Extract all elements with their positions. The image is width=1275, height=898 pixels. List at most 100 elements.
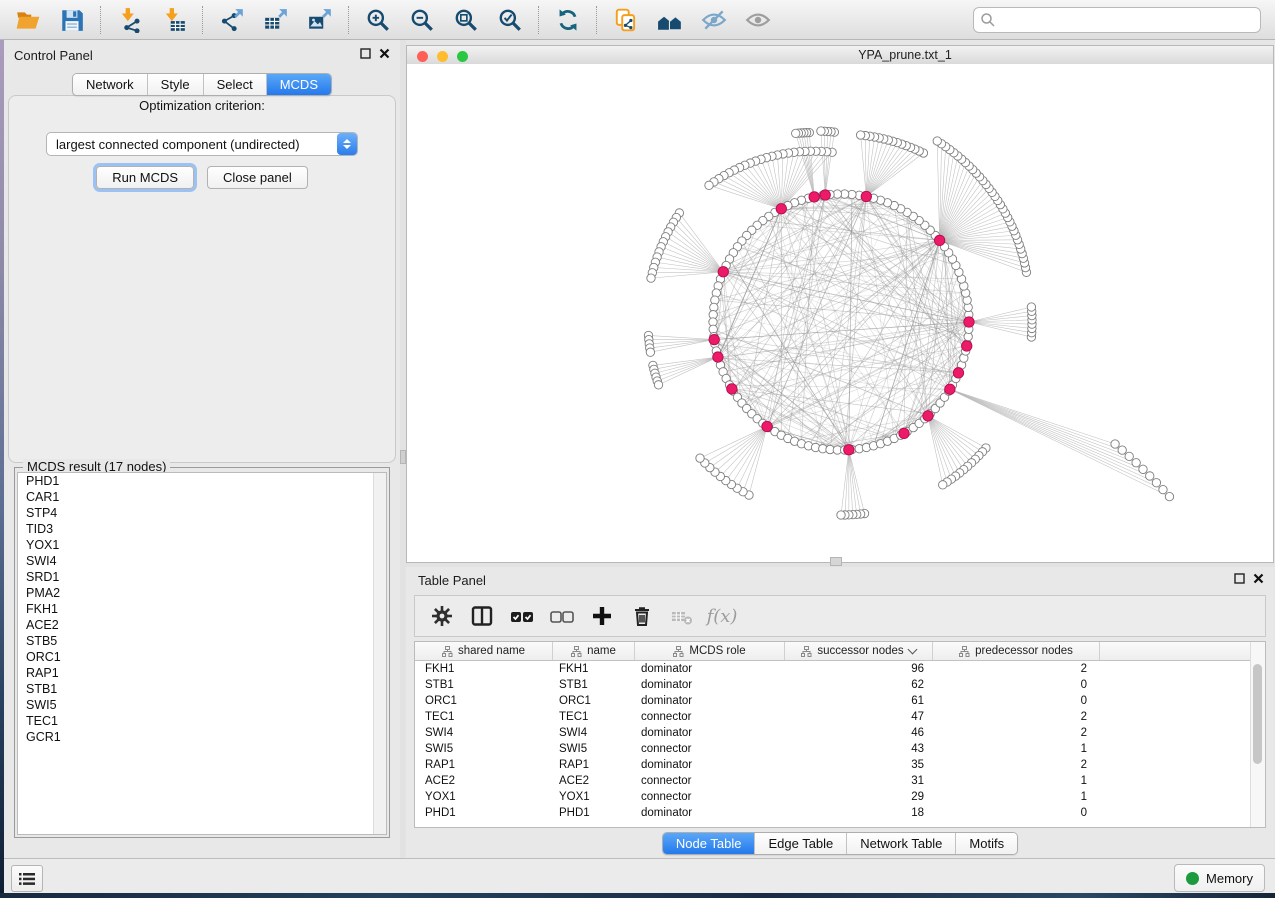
- column-header-shared-name[interactable]: shared name: [415, 642, 553, 660]
- mcds-result-item[interactable]: SWI4: [18, 553, 386, 569]
- mcds-result-item[interactable]: ORC1: [18, 649, 386, 665]
- mcds-result-item[interactable]: TEC1: [18, 713, 386, 729]
- import-network-icon[interactable]: [112, 3, 148, 37]
- network-window-titlebar[interactable]: YPA_prune.txt_1: [407, 46, 1273, 65]
- table-row[interactable]: STB1STB1dominator620: [415, 677, 1265, 693]
- mcds-result-item[interactable]: SWI5: [18, 697, 386, 713]
- tab-select[interactable]: Select: [204, 74, 267, 95]
- optimization-criterion-dropdown[interactable]: largest connected component (undirected): [46, 132, 358, 156]
- table-row[interactable]: TEC1TEC1connector472: [415, 709, 1265, 725]
- column-header-name[interactable]: name: [553, 642, 635, 660]
- table-row[interactable]: PHD1PHD1dominator180: [415, 805, 1265, 821]
- column-header-successor-nodes[interactable]: successor nodes: [785, 642, 933, 660]
- network-leaf-node[interactable]: [1111, 440, 1119, 448]
- tab-node-table[interactable]: Node Table: [663, 833, 756, 854]
- zoom-in-icon[interactable]: [360, 3, 396, 37]
- export-network-icon[interactable]: [214, 3, 250, 37]
- zoom-fit-icon[interactable]: [448, 3, 484, 37]
- network-leaf-node[interactable]: [1152, 479, 1160, 487]
- mcds-result-item[interactable]: RAP1: [18, 665, 386, 681]
- network-mcds-hub-node[interactable]: [962, 341, 972, 351]
- network-mcds-hub-node[interactable]: [762, 421, 772, 431]
- network-leaf-node[interactable]: [1132, 459, 1140, 467]
- export-image-icon[interactable]: [302, 3, 338, 37]
- close-panel-button[interactable]: Close panel: [207, 166, 308, 189]
- float-window-icon[interactable]: [1234, 573, 1245, 584]
- table-scrollbar-thumb[interactable]: [1253, 664, 1262, 764]
- import-table-icon[interactable]: [156, 3, 192, 37]
- task-history-button[interactable]: [11, 865, 43, 892]
- mcds-result-item[interactable]: ACE2: [18, 617, 386, 633]
- mcds-result-item[interactable]: STB1: [18, 681, 386, 697]
- open-file-icon[interactable]: [10, 3, 46, 37]
- network-leaf-node[interactable]: [705, 181, 713, 189]
- export-table-icon[interactable]: [258, 3, 294, 37]
- table-scrollbar[interactable]: [1250, 642, 1265, 827]
- float-window-icon[interactable]: [360, 48, 371, 59]
- network-leaf-node[interactable]: [1146, 472, 1154, 480]
- network-leaf-node[interactable]: [856, 131, 864, 139]
- network-leaf-node[interactable]: [1139, 465, 1147, 473]
- mcds-list-scrollbar[interactable]: [373, 473, 386, 834]
- tab-mcds[interactable]: MCDS: [267, 74, 331, 95]
- tab-edge-table[interactable]: Edge Table: [755, 833, 847, 854]
- table-row[interactable]: YOX1YOX1connector291: [415, 789, 1265, 805]
- network-mcds-hub-node[interactable]: [964, 317, 974, 327]
- network-leaf-node[interactable]: [1159, 485, 1167, 493]
- network-mcds-hub-node[interactable]: [820, 190, 830, 200]
- column-header-MCDS-role[interactable]: MCDS role: [635, 642, 785, 660]
- refresh-view-icon[interactable]: [550, 3, 586, 37]
- network-mcds-hub-node[interactable]: [776, 204, 786, 214]
- new-network-from-selection-icon[interactable]: [608, 3, 644, 37]
- network-leaf-node[interactable]: [933, 137, 941, 145]
- mcds-result-item[interactable]: STB5: [18, 633, 386, 649]
- zoom-selected-icon[interactable]: [492, 3, 528, 37]
- splitter-grip[interactable]: [830, 557, 842, 566]
- network-leaf-node[interactable]: [939, 481, 947, 489]
- network-mcds-hub-node[interactable]: [953, 368, 963, 378]
- select-all-checks-icon[interactable]: [507, 601, 537, 631]
- network-leaf-node[interactable]: [1027, 303, 1035, 311]
- delete-row-icon[interactable]: [627, 601, 657, 631]
- network-leaf-node[interactable]: [837, 511, 845, 519]
- table-row[interactable]: FKH1FKH1dominator962: [415, 661, 1265, 677]
- network-mcds-hub-node[interactable]: [713, 352, 723, 362]
- network-leaf-node[interactable]: [1118, 446, 1126, 454]
- network-mcds-hub-node[interactable]: [709, 334, 719, 344]
- show-columns-icon[interactable]: [467, 601, 497, 631]
- tab-network[interactable]: Network: [73, 74, 148, 95]
- column-header-predecessor-nodes[interactable]: predecessor nodes: [933, 642, 1100, 660]
- network-canvas[interactable]: [407, 64, 1273, 562]
- network-mcds-hub-node[interactable]: [718, 267, 728, 277]
- search-input[interactable]: [973, 7, 1261, 33]
- mcds-result-item[interactable]: CAR1: [18, 489, 386, 505]
- network-mcds-hub-node[interactable]: [923, 411, 933, 421]
- memory-button[interactable]: Memory: [1174, 864, 1265, 892]
- network-leaf-node[interactable]: [817, 127, 825, 135]
- close-panel-icon[interactable]: [1253, 573, 1264, 584]
- mcds-result-item[interactable]: SRD1: [18, 569, 386, 585]
- network-mcds-hub-node[interactable]: [861, 191, 871, 201]
- table-row[interactable]: ACE2ACE2connector311: [415, 773, 1265, 789]
- network-leaf-node[interactable]: [696, 454, 704, 462]
- table-row[interactable]: SWI5SWI5connector431: [415, 741, 1265, 757]
- close-panel-icon[interactable]: [379, 48, 390, 59]
- mcds-result-item[interactable]: PHD1: [18, 473, 386, 489]
- mcds-result-item[interactable]: STP4: [18, 505, 386, 521]
- run-mcds-button[interactable]: Run MCDS: [96, 166, 194, 189]
- save-icon[interactable]: [54, 3, 90, 37]
- network-leaf-node[interactable]: [1125, 452, 1133, 460]
- network-mcds-hub-node[interactable]: [934, 235, 944, 245]
- table-settings-icon[interactable]: [427, 601, 457, 631]
- table-row[interactable]: SWI4SWI4dominator462: [415, 725, 1265, 741]
- network-mcds-hub-node[interactable]: [727, 384, 737, 394]
- tab-motifs[interactable]: Motifs: [956, 833, 1017, 854]
- clear-all-checks-icon[interactable]: [547, 601, 577, 631]
- network-leaf-node[interactable]: [1165, 492, 1173, 500]
- mcds-result-item[interactable]: FKH1: [18, 601, 386, 617]
- network-mcds-hub-node[interactable]: [809, 192, 819, 202]
- network-mcds-hub-node[interactable]: [945, 384, 955, 394]
- tab-style[interactable]: Style: [148, 74, 204, 95]
- mcds-result-item[interactable]: YOX1: [18, 537, 386, 553]
- network-leaf-node[interactable]: [646, 348, 654, 356]
